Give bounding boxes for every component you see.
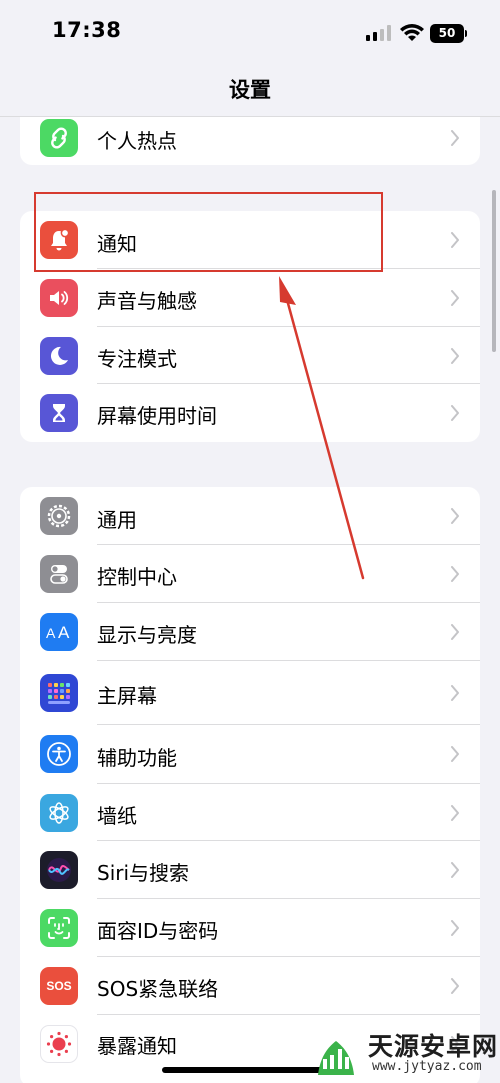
chevron-right-icon: [451, 805, 459, 821]
settings-row-label: 面容ID与密码: [97, 919, 219, 943]
cellular-signal-icon: [366, 25, 392, 41]
toggles-icon: [40, 555, 78, 593]
settings-row-label: 暴露通知: [97, 1034, 177, 1058]
sos-icon-text: SOS: [46, 979, 72, 993]
settings-row-screen-time[interactable]: 屏幕使用时间: [20, 384, 480, 442]
settings-row-wallpaper[interactable]: 墙纸: [20, 784, 480, 841]
chevron-right-icon: [451, 685, 459, 701]
exposure-icon: [40, 1025, 78, 1063]
settings-row-label: 声音与触感: [97, 289, 197, 313]
chevron-right-icon: [451, 290, 459, 306]
home-grid-icon: [40, 674, 78, 712]
svg-text:A: A: [58, 623, 70, 642]
svg-text:A: A: [46, 625, 56, 641]
settings-row-label: 专注模式: [97, 347, 177, 371]
settings-row-face-id[interactable]: 面容ID与密码: [20, 899, 480, 957]
chevron-right-icon: [451, 862, 459, 878]
settings-row-control-center[interactable]: 控制中心: [20, 545, 480, 603]
settings-row-label: 屏幕使用时间: [97, 404, 217, 428]
annotation-highlight-box: [34, 192, 383, 272]
settings-row-display[interactable]: A A 显示与亮度: [20, 603, 480, 661]
chevron-right-icon: [451, 566, 459, 582]
watermark-url: www.jytyaz.com: [372, 1059, 482, 1074]
chevron-right-icon: [451, 130, 459, 146]
settings-row-label: Siri与搜索: [97, 861, 190, 885]
scroll-indicator[interactable]: [492, 190, 496, 352]
chevron-right-icon: [451, 508, 459, 524]
hotspot-icon: [40, 119, 78, 157]
settings-group-network: 个人热点: [20, 117, 480, 165]
settings-row-label: 主屏幕: [97, 684, 157, 708]
hourglass-icon: [40, 394, 78, 432]
settings-row-label: 辅助功能: [97, 746, 177, 770]
watermark-logo-icon: [318, 1041, 354, 1075]
battery-icon: 50: [430, 24, 464, 43]
watermark-text: 天源安卓网: [368, 1032, 499, 1061]
settings-row-focus[interactable]: 专注模式: [20, 327, 480, 384]
page-title: 设置: [229, 78, 271, 102]
speaker-icon: [40, 279, 78, 317]
watermark: 天源安卓网 www.jytyaz.com: [306, 1025, 500, 1083]
settings-row-accessibility[interactable]: 辅助功能: [20, 725, 480, 784]
settings-row-label: 通用: [97, 508, 137, 532]
chevron-right-icon: [451, 920, 459, 936]
wifi-icon: [400, 24, 424, 41]
status-bar: 17:38 50: [0, 0, 500, 66]
siri-icon: [40, 851, 78, 889]
settings-row-siri[interactable]: Siri与搜索: [20, 841, 480, 899]
accessibility-icon: [40, 735, 78, 773]
settings-row-label: 显示与亮度: [97, 623, 197, 647]
settings-row-label: 控制中心: [97, 565, 177, 589]
settings-row-hotspot[interactable]: 个人热点: [20, 117, 480, 165]
chevron-right-icon: [451, 348, 459, 364]
flower-icon: [40, 794, 78, 832]
chevron-right-icon: [451, 746, 459, 762]
chevron-right-icon: [451, 978, 459, 994]
settings-group-general: 通用 控制中心 A A 显示与亮度 主屏幕 辅助功能 墙纸 Siri与搜索 面容…: [20, 487, 480, 1083]
settings-row-label: SOS紧急联络: [97, 977, 219, 1001]
settings-row-sounds[interactable]: 声音与触感: [20, 269, 480, 327]
chevron-right-icon: [451, 624, 459, 640]
face-id-icon: [40, 909, 78, 947]
sos-icon: SOS: [40, 967, 78, 1005]
settings-row-home-screen[interactable]: 主屏幕: [20, 661, 480, 725]
gear-icon: [40, 497, 78, 535]
settings-row-label: 墙纸: [97, 804, 137, 828]
chevron-right-icon: [451, 232, 459, 248]
text-size-icon: A A: [40, 613, 78, 651]
moon-icon: [40, 337, 78, 375]
battery-tip: [465, 30, 467, 37]
chevron-right-icon: [451, 405, 459, 421]
status-time: 17:38: [52, 18, 122, 42]
settings-row-label: 个人热点: [97, 129, 177, 153]
settings-row-emergency-sos[interactable]: SOS SOS紧急联络: [20, 957, 480, 1015]
settings-row-general[interactable]: 通用: [20, 487, 480, 545]
